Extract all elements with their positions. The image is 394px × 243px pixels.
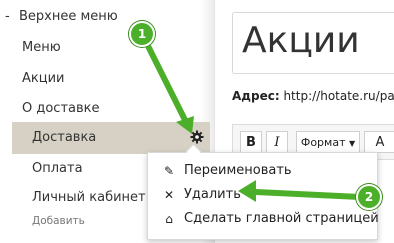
sidebar-item-label: Личный кабинет [32,190,146,205]
collapse-dash-icon[interactable]: - [5,9,19,24]
menu-item-label: Переименовать [184,163,292,178]
home-icon: ⌂ [165,212,173,226]
address-value[interactable]: http://hotate.ru/pa [283,89,394,103]
menu-item-label: Удалить [184,187,241,202]
sidebar-item-payment[interactable]: Оплата [32,157,83,181]
sidebar-item-menu[interactable]: Меню [22,36,61,60]
menu-item-make-home[interactable]: ⌂ Сделать главной страницей [148,207,379,231]
close-icon: ✕ [163,188,175,202]
italic-button[interactable]: I [266,131,288,153]
sidebar-item-label: О доставке [22,101,100,116]
gear-icon[interactable] [190,130,204,144]
add-menu-item-link[interactable]: Добавить [32,215,85,227]
sidebar-item-label: Акции [22,71,65,86]
chevron-down-icon: ▼ [348,139,356,148]
format-dropdown-label: Формат [300,136,346,149]
page-title-input-value: Акции [242,20,360,61]
tree-root[interactable]: - Верхнее меню [5,9,118,24]
sidebar-item-about-delivery[interactable]: О доставке [22,97,100,121]
sidebar-item-label: Доставка [32,130,97,145]
pencil-icon: ✎ [163,164,175,178]
address-row: Адрес: http://hotate.ru/pa [232,89,394,103]
sidebar-item-delivery[interactable]: Доставка [32,126,96,150]
tree-root-label: Верхнее меню [19,9,118,24]
menu-item-delete[interactable]: ✕ Удалить [148,183,377,207]
sidebar-item-account[interactable]: Личный кабинет [32,186,146,210]
sidebar-item-promotions[interactable]: Акции [22,67,65,91]
font-color-button[interactable]: A [364,131,394,153]
bold-button[interactable]: B [240,131,262,153]
sidebar-item-label: Оплата [32,161,83,176]
callout-badge-2: 2 [356,184,382,210]
callout-badge-1: 1 [129,21,155,47]
address-label: Адрес: [232,89,280,103]
format-dropdown[interactable]: Формат ▼ [296,131,360,153]
sidebar-item-label: Меню [22,40,61,55]
menu-item-label: Сделать главной страницей [184,211,379,226]
menu-item-rename[interactable]: ✎ Переименовать [148,159,377,183]
